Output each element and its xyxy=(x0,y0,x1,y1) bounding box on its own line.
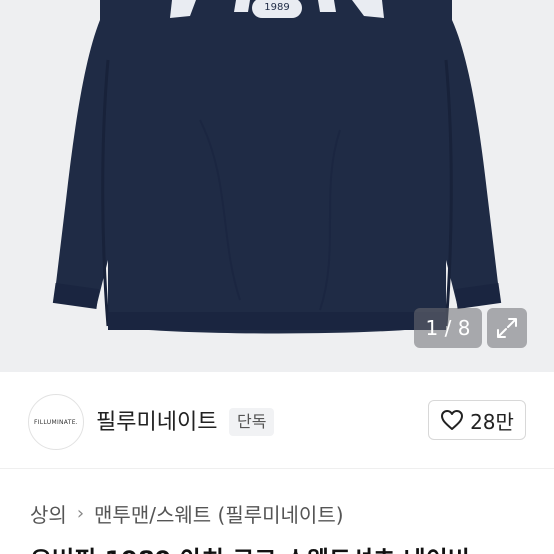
like-button[interactable]: 28만 xyxy=(428,400,526,440)
shop-logo-text: FILLUMINATE. xyxy=(33,418,79,426)
breadcrumb-category[interactable]: 상의 xyxy=(30,499,67,528)
exclusive-badge: 단독 xyxy=(229,408,275,436)
breadcrumb-subcategory[interactable]: 맨투맨/스웨트 (필루미네이트) xyxy=(94,499,344,528)
divider xyxy=(0,468,554,469)
breadcrumb: 상의 › 맨투맨/스웨트 (필루미네이트) xyxy=(30,498,344,528)
heart-icon xyxy=(441,410,464,430)
chevron-right-icon: › xyxy=(76,502,85,524)
image-counter: 1 / 8 xyxy=(414,308,482,348)
product-title: 오버핏 1989 아치 로고 스웨트셔츠 네이비 xyxy=(30,546,554,554)
expand-icon xyxy=(497,318,517,338)
shop-logo[interactable]: FILLUMINATE. xyxy=(28,394,84,450)
product-title-text: 오버핏 1989 아치 로고 스웨트셔츠 네이비 xyxy=(30,546,554,554)
like-count: 28만 xyxy=(470,409,514,434)
print-year: 1989 xyxy=(264,2,290,13)
expand-button[interactable] xyxy=(487,308,527,348)
seller-row: FILLUMINATE. 필루미네이트 단독 28만 xyxy=(0,372,554,468)
shop-name[interactable]: 필루미네이트 xyxy=(96,404,217,436)
product-image-gallery[interactable]: 1989 1 / 8 xyxy=(0,0,554,372)
print-badge: 1989 xyxy=(252,0,302,18)
